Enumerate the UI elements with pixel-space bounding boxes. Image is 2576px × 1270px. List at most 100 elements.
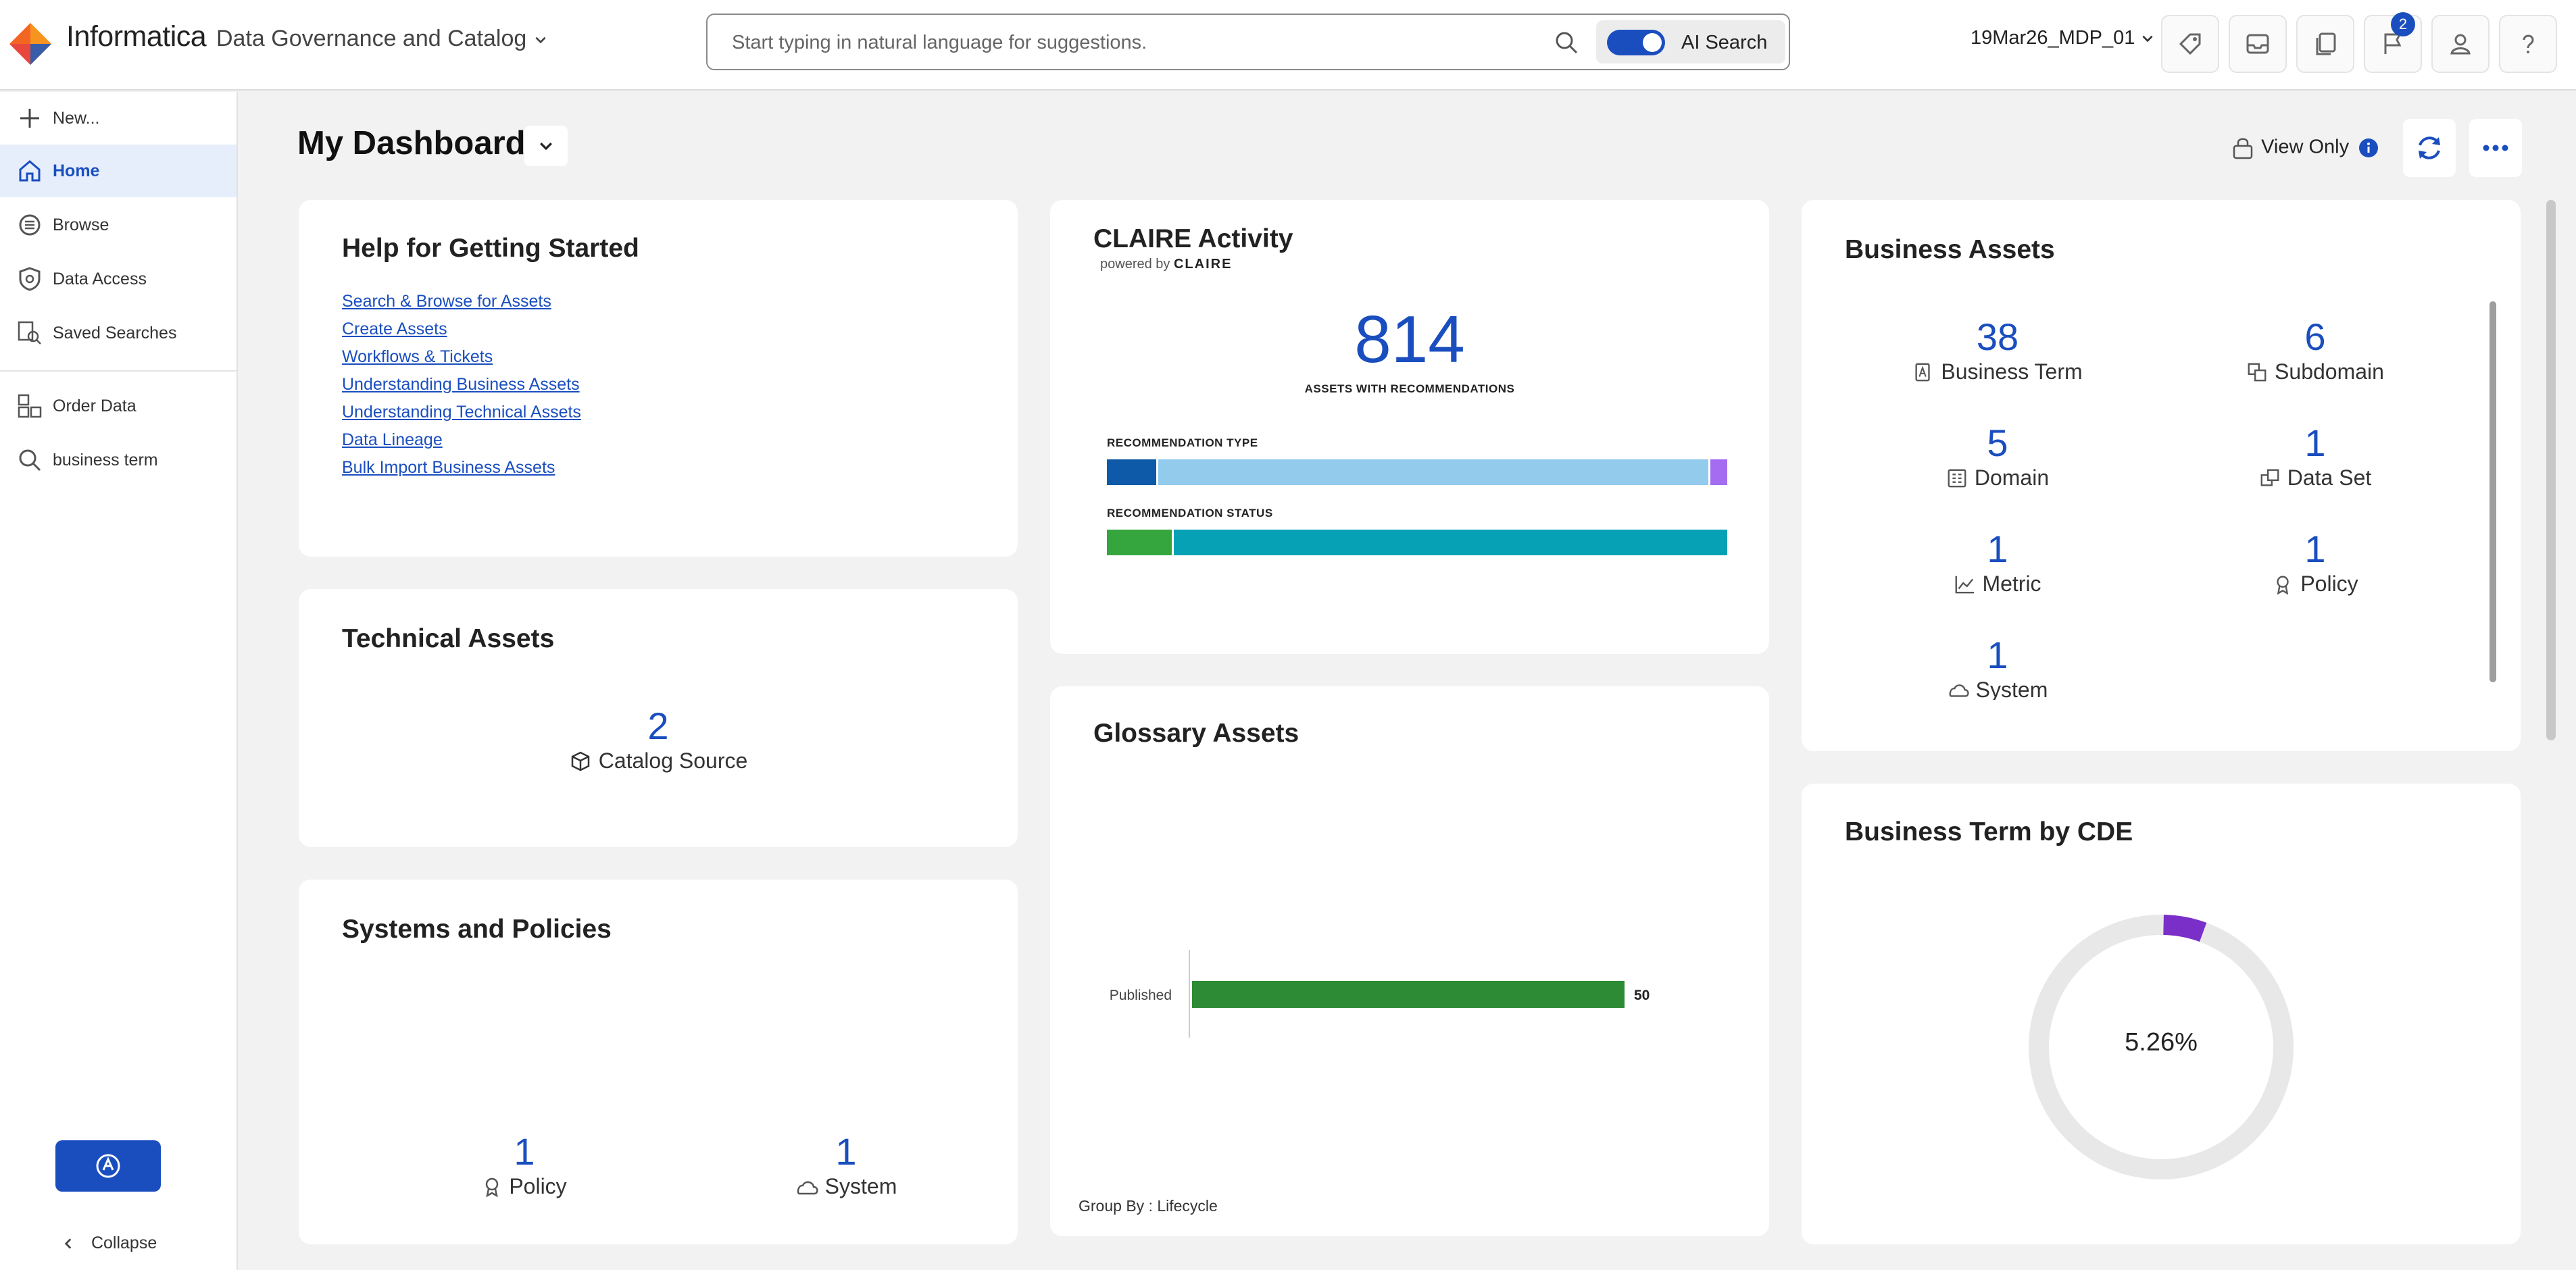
recommendation-type-segment[interactable] <box>1710 459 1727 485</box>
plus-icon <box>20 109 39 128</box>
chevron-down-icon <box>2142 36 2154 43</box>
sidebar-item-home[interactable]: Home <box>0 145 237 197</box>
refresh-icon <box>2419 136 2440 159</box>
dashboard-menu-button[interactable] <box>524 126 568 166</box>
recommendation-status-bar[interactable] <box>1107 530 1727 555</box>
product-name: Data Governance and Catalog <box>216 26 527 51</box>
catalog-source-count[interactable]: 2 <box>299 704 1018 748</box>
sidebar-item-data-access[interactable]: Data Access <box>0 253 237 305</box>
business-asset-label[interactable]: Business Term <box>1862 359 2133 384</box>
help-card: Help for Getting Started Search & Browse… <box>299 200 1018 557</box>
user-profile-button[interactable] <box>2431 15 2490 73</box>
sidebar-item-label: Data Access <box>53 269 147 288</box>
claire-assistant-button[interactable] <box>55 1140 161 1192</box>
org-switcher[interactable]: 19Mar26_MDP_01 <box>1971 27 2155 49</box>
sidebar-item-recent-search[interactable]: business term <box>0 434 237 486</box>
ai-search-toggle[interactable] <box>1607 30 1665 55</box>
powered-by-claire: powered by CLAIRE <box>1100 257 1232 272</box>
ai-search-label: AI Search <box>1681 32 1768 53</box>
business-asset-count[interactable]: 1 <box>2207 421 2423 465</box>
technical-assets-card: Technical Assets 2 Catalog Source <box>299 589 1018 847</box>
business-asset-label-text: Policy <box>2300 572 2358 596</box>
more-options-button[interactable] <box>2469 119 2522 177</box>
recommendation-type-segment[interactable] <box>1158 459 1711 485</box>
help-link-create-assets[interactable]: Create Assets <box>342 320 447 339</box>
notifications-button[interactable]: 2 <box>2364 12 2422 73</box>
business-asset-count[interactable]: 5 <box>1889 421 2106 465</box>
ai-search-control[interactable]: AI Search <box>1596 20 1785 63</box>
business-asset-count[interactable]: 1 <box>1889 633 2106 677</box>
business-asset-count[interactable]: 1 <box>1889 527 2106 571</box>
business-asset-label[interactable]: Metric <box>1862 572 2133 596</box>
recommendation-type-segment[interactable] <box>1107 459 1159 485</box>
group-by-label: Group By : Lifecycle <box>1079 1197 1218 1215</box>
sidebar-item-new[interactable]: New... <box>0 92 237 145</box>
inbox-button[interactable] <box>2229 15 2287 73</box>
recommendation-type-bar[interactable] <box>1107 459 1727 485</box>
business-asset-count[interactable]: 1 <box>2207 527 2423 571</box>
search-input[interactable]: Start typing in natural language for sug… <box>732 32 1147 54</box>
business-asset-label[interactable]: Subdomain <box>2180 359 2450 384</box>
help-link-bulk-import[interactable]: Bulk Import Business Assets <box>342 458 555 478</box>
documents-icon <box>2316 32 2336 55</box>
informatica-logo[interactable] <box>7 20 54 68</box>
help-link-technical-assets[interactable]: Understanding Technical Assets <box>342 403 581 422</box>
catalog-source-label[interactable]: Catalog Source <box>299 748 1018 773</box>
policy-count[interactable]: 1 <box>450 1129 599 1173</box>
recommendation-status-segment[interactable] <box>1174 530 1727 555</box>
claire-icon <box>96 1154 120 1178</box>
collapse-sidebar-button[interactable]: Collapse <box>61 1234 157 1253</box>
cde-slice[interactable] <box>2163 915 2207 942</box>
copy-button[interactable] <box>2296 15 2354 73</box>
business-asset-label[interactable]: Domain <box>1862 465 2133 490</box>
business-asset-label[interactable]: Policy <box>2180 572 2450 596</box>
sidebar-item-browse[interactable]: Browse <box>0 199 237 251</box>
sidebar-item-label: Saved Searches <box>53 323 177 342</box>
card-title: Glossary Assets <box>1093 719 1299 748</box>
card-title: CLAIRE Activity <box>1093 224 1293 253</box>
search-icon[interactable] <box>1552 28 1581 57</box>
business-asset-label[interactable]: System <box>1862 678 2133 700</box>
refresh-button[interactable] <box>2403 119 2456 177</box>
sidebar-item-label: business term <box>53 450 158 469</box>
help-link-search-browse[interactable]: Search & Browse for Assets <box>342 292 551 311</box>
sidebar-item-saved-searches[interactable]: Saved Searches <box>0 307 237 359</box>
scrollbar-track[interactable] <box>2490 301 2496 682</box>
help-link-data-lineage[interactable]: Data Lineage <box>342 430 443 450</box>
product-switcher[interactable]: Data Governance and Catalog <box>216 26 548 52</box>
help-link-business-assets[interactable]: Understanding Business Assets <box>342 375 580 395</box>
sidebar-item-label: Browse <box>53 215 109 234</box>
system-label[interactable]: System <box>772 1174 920 1199</box>
cde-center-label: 5.26% <box>2125 1028 2198 1057</box>
card-title: Technical Assets <box>342 624 555 653</box>
business-asset-label-text: Data Set <box>2287 465 2372 490</box>
cde-card: Business Term by CDE 5.26% <box>1802 784 2521 1244</box>
org-name: 19Mar26_MDP_01 <box>1971 27 2135 49</box>
scrollbar-thumb[interactable] <box>2490 301 2496 682</box>
sidebar-item-order-data[interactable]: Order Data <box>0 380 237 432</box>
tag-button[interactable] <box>2161 15 2219 73</box>
business-asset-label-text: Domain <box>1974 465 2050 490</box>
help-button[interactable] <box>2499 15 2557 73</box>
glossary-bar-chart: Published 50 <box>1110 950 1650 1038</box>
systems-policies-card: Systems and Policies 1 Policy 1 System <box>299 880 1018 1244</box>
cloud-icon <box>797 1181 818 1194</box>
search-bar[interactable]: Start typing in natural language for sug… <box>706 14 1790 70</box>
search-icon <box>19 449 41 472</box>
business-asset-count[interactable]: 38 <box>1889 315 2106 359</box>
page-scrollbar[interactable] <box>2546 200 2556 740</box>
shield-icon <box>19 267 41 291</box>
card-title: Help for Getting Started <box>342 234 639 263</box>
glossary-bar[interactable] <box>1192 981 1625 1008</box>
recommendation-status-segment[interactable] <box>1107 530 1174 555</box>
policy-label[interactable]: Policy <box>450 1174 599 1199</box>
business-asset-label[interactable]: Data Set <box>2180 465 2450 490</box>
top-header: Informatica Data Governance and Catalog … <box>0 0 2576 91</box>
recommendations-count[interactable]: 814 <box>1050 301 1769 378</box>
system-count[interactable]: 1 <box>772 1129 920 1173</box>
policy-icon <box>486 1177 499 1197</box>
recommendation-type-label: RECOMMENDATION TYPE <box>1107 436 1258 449</box>
info-icon[interactable] <box>2358 138 2379 158</box>
business-asset-count[interactable]: 6 <box>2207 315 2423 359</box>
help-link-workflows[interactable]: Workflows & Tickets <box>342 347 493 367</box>
